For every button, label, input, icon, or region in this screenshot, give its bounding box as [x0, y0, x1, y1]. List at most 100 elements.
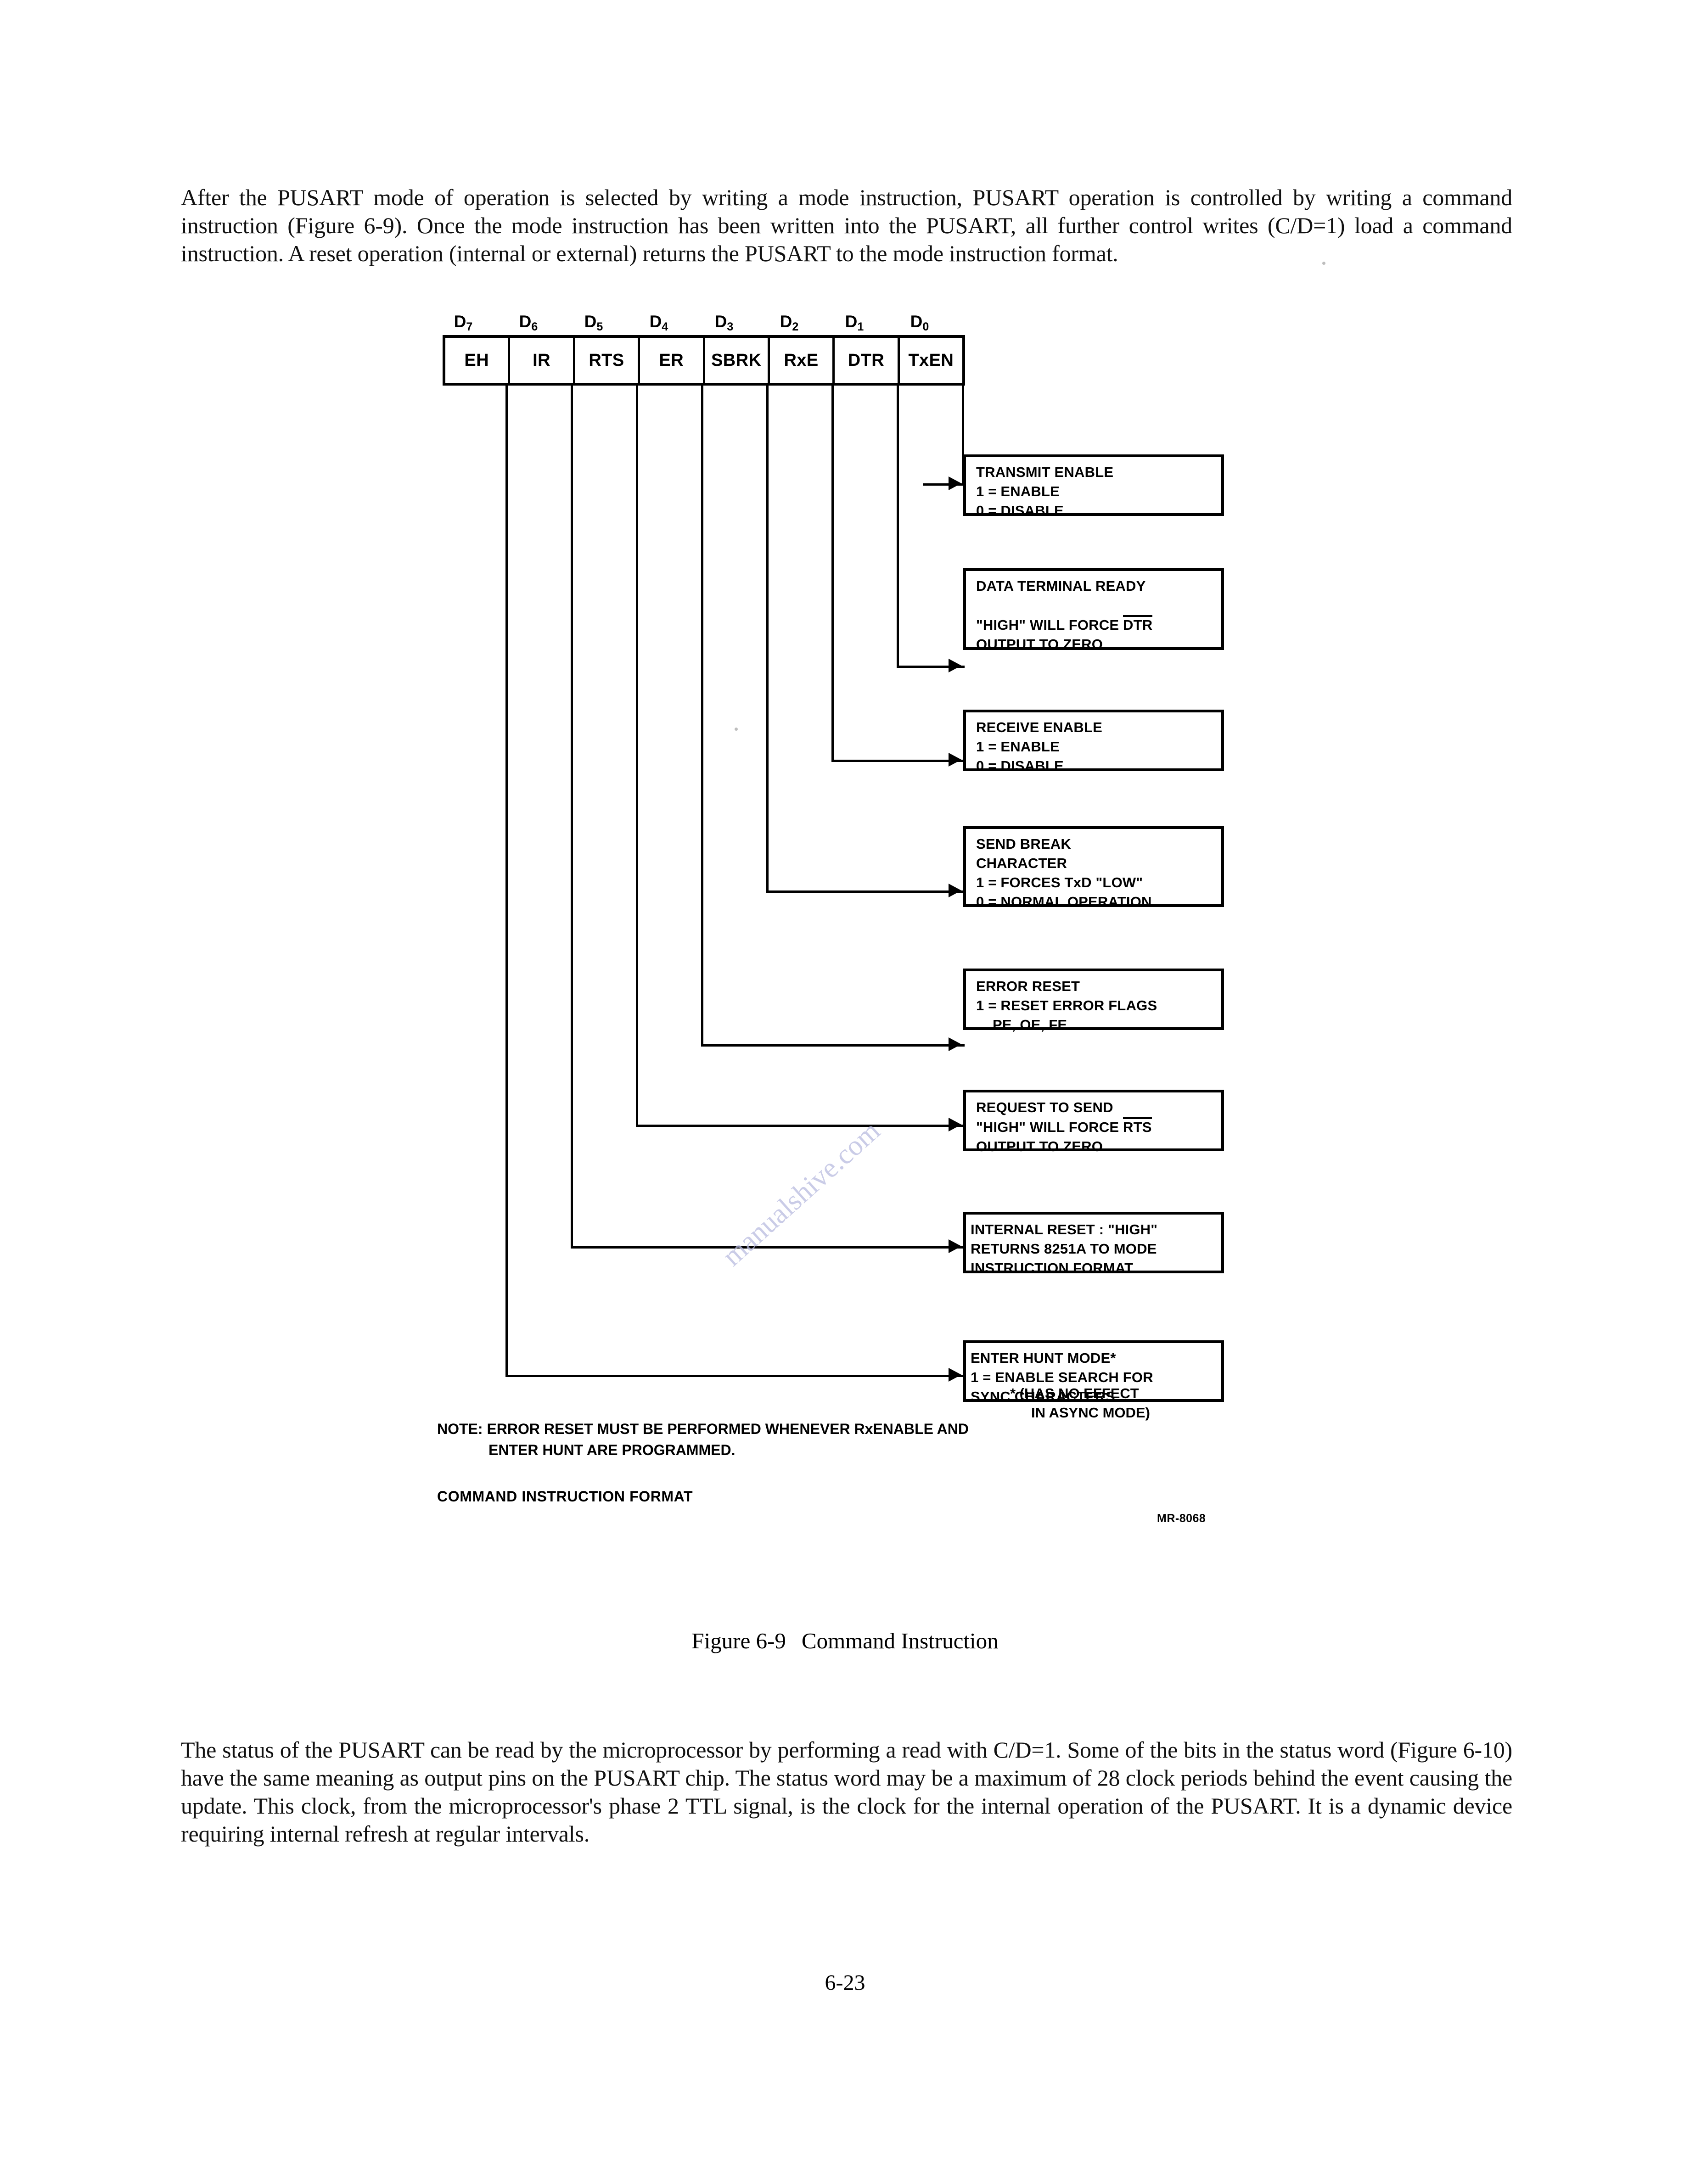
bit-label-d6-base: D	[519, 312, 532, 331]
desc-transmit-enable-line3: 0 = DISABLE	[976, 503, 1064, 519]
leader-arrow-d7	[949, 1368, 961, 1382]
desc-box-error-reset: ERROR RESET 1 = RESET ERROR FLAGS PE, OE…	[963, 969, 1224, 1033]
bit-label-d3-base: D	[714, 312, 727, 331]
bit-label-d5: D5	[573, 312, 614, 333]
drawing-number: MR-8068	[1157, 1512, 1206, 1525]
bit-cell-txen: TxEN	[908, 350, 954, 370]
bit-label-d1-sub: 1	[857, 320, 864, 333]
desc-box-internal-reset: INTERNAL RESET : "HIGH" RETURNS 8251A TO…	[963, 1212, 1224, 1276]
leader-arrow-d6	[949, 1239, 961, 1253]
leader-arrow-d3	[949, 884, 961, 897]
desc-dtr-spacer	[976, 596, 1221, 615]
bit-label-d0: D0	[899, 312, 940, 333]
leader-arrow-d2	[949, 753, 961, 767]
bit-label-d2: D2	[769, 312, 810, 333]
desc-internal-reset-line2: RETURNS 8251A TO MODE	[971, 1241, 1157, 1257]
desc-internal-reset-line1: INTERNAL RESET : "HIGH"	[971, 1221, 1158, 1238]
desc-rts-line3: OUTPUT TO ZERO	[976, 1138, 1103, 1154]
bit-label-d7-sub: 7	[466, 320, 473, 333]
bit-label-d7-base: D	[454, 312, 466, 331]
leader-line-d4-horizontal	[701, 1044, 965, 1047]
leader-line-d6-horizontal	[571, 1246, 965, 1249]
leader-line-d3-horizontal	[766, 890, 965, 893]
asterisk-footnote-line2: IN ASYNC MODE)	[1031, 1405, 1150, 1421]
asterisk-footnote: * (HAS NO EFFECT IN ASYNC MODE)	[1010, 1384, 1150, 1422]
desc-dtr-line1: DATA TERMINAL READY	[976, 578, 1146, 594]
bit-label-d1: D1	[834, 312, 875, 333]
desc-rts-overline-label: RTS	[1123, 1117, 1152, 1135]
figure-caption-number: Figure 6-9	[691, 1628, 786, 1653]
desc-error-reset-line2: 1 = RESET ERROR FLAGS	[976, 997, 1157, 1014]
desc-error-reset-line1: ERROR RESET	[976, 978, 1080, 994]
leader-line-d2-vertical	[831, 386, 834, 762]
bit-cell-dtr: DTR	[835, 338, 900, 383]
bit-label-d3-sub: 3	[727, 320, 734, 333]
leader-line-d1-vertical	[897, 386, 899, 668]
desc-transmit-enable-line1: TRANSMIT ENABLE	[976, 464, 1114, 480]
bit-label-d6-sub: 6	[531, 320, 538, 333]
scan-speck	[735, 728, 738, 731]
desc-receive-enable-line1: RECEIVE ENABLE	[976, 719, 1102, 735]
desc-box-transmit-enable: TRANSMIT ENABLE 1 = ENABLE 0 = DISABLE	[963, 454, 1224, 519]
desc-internal-reset-line3: INSTRUCTION FORMAT	[971, 1260, 1134, 1276]
bit-label-d2-sub: 2	[792, 320, 799, 333]
desc-rts-line2: "HIGH" WILL FORCE RTS	[976, 1117, 1221, 1137]
leader-arrow-d0	[949, 476, 961, 490]
bit-label-d7: D7	[443, 312, 484, 333]
bit-label-d0-sub: 0	[922, 320, 929, 333]
desc-sbrk-line2: CHARACTER	[976, 855, 1067, 871]
bit-cell-rxe: RxE	[770, 338, 835, 383]
status-paragraph: The status of the PUSART can be read by …	[181, 1737, 1512, 1847]
desc-sbrk-line4: 0 = NORMAL OPERATION	[976, 894, 1152, 910]
watermark: manualshive.com	[716, 1115, 886, 1272]
bit-label-d4-base: D	[649, 312, 662, 331]
desc-hunt-line1: ENTER HUNT MODE*	[971, 1350, 1116, 1366]
desc-box-receive-enable: RECEIVE ENABLE 1 = ENABLE 0 = DISABLE	[963, 710, 1224, 774]
desc-receive-enable-line2: 1 = ENABLE	[976, 739, 1060, 755]
desc-box-data-terminal-ready: DATA TERMINAL READY "HIGH" WILL FORCE DT…	[963, 568, 1224, 652]
desc-dtr-line3: "HIGH" WILL FORCE DTR	[976, 615, 1221, 635]
bit-label-d6: D6	[508, 312, 549, 333]
leader-line-d6-vertical	[571, 386, 573, 1249]
bit-label-d4-sub: 4	[662, 320, 668, 333]
leader-line-d7-horizontal	[505, 1375, 965, 1377]
scan-speck	[1322, 262, 1325, 265]
leader-line-d2-horizontal	[831, 760, 965, 762]
leader-line-d3-vertical	[766, 386, 769, 893]
leader-line-d5-horizontal	[636, 1125, 965, 1127]
leader-line-d5-vertical	[636, 386, 638, 1127]
desc-error-reset-line3: PE, OE, FE	[993, 1017, 1067, 1033]
leader-line-d7-vertical	[505, 386, 508, 1377]
bit-label-d5-base: D	[584, 312, 597, 331]
bit-cell-er: ER	[640, 338, 705, 383]
bit-cell-eh: EH	[445, 338, 511, 383]
intro-paragraph: After the PUSART mode of operation is se…	[181, 185, 1512, 266]
desc-box-send-break-character: SEND BREAK CHARACTER 1 = FORCES TxD "LOW…	[963, 826, 1224, 910]
leader-arrow-d5	[949, 1118, 961, 1131]
command-instruction-format-label: COMMAND INSTRUCTION FORMAT	[437, 1488, 693, 1505]
desc-dtr-overline-label: DTR	[1123, 615, 1153, 633]
desc-receive-enable-line3: 0 = DISABLE	[976, 758, 1064, 774]
figure-note-line1: NOTE: ERROR RESET MUST BE PERFORMED WHEN…	[437, 1421, 969, 1437]
figure-caption-title: Command Instruction	[801, 1628, 999, 1653]
figure-note-line2: ENTER HUNT ARE PROGRAMMED.	[488, 1442, 736, 1458]
page-number: 6-23	[825, 1971, 865, 1995]
desc-dtr-line4: OUTPUT TO ZERO.	[976, 636, 1107, 652]
leader-arrow-d1	[949, 659, 961, 672]
command-register: EH IR RTS ER SBRK RxE DTR TxEN	[443, 335, 965, 386]
bit-cell-rts: RTS	[575, 338, 640, 383]
figure-caption: Figure 6-9 Command Instruction	[0, 1628, 1690, 1654]
bit-cell-sbrk: SBRK	[705, 338, 770, 383]
desc-transmit-enable-line2: 1 = ENABLE	[976, 483, 1060, 499]
leader-arrow-d4	[949, 1037, 961, 1051]
bit-label-d3: D3	[703, 312, 745, 333]
bit-label-d5-sub: 5	[596, 320, 603, 333]
asterisk-footnote-line1: * (HAS NO EFFECT	[1010, 1385, 1139, 1401]
bit-label-d4: D4	[638, 312, 679, 333]
desc-box-request-to-send: REQUEST TO SEND "HIGH" WILL FORCE RTS OU…	[963, 1090, 1224, 1154]
figure-note: NOTE: ERROR RESET MUST BE PERFORMED WHEN…	[437, 1418, 969, 1461]
bit-cell-ir: IR	[510, 338, 575, 383]
figure-command-instruction: D7 D6 D5 D4 D3 D2 D1 D0 EH IR RTS ER SBR…	[0, 262, 1690, 1611]
desc-rts-line1: REQUEST TO SEND	[976, 1099, 1113, 1115]
leader-line-d4-vertical	[701, 386, 703, 1047]
